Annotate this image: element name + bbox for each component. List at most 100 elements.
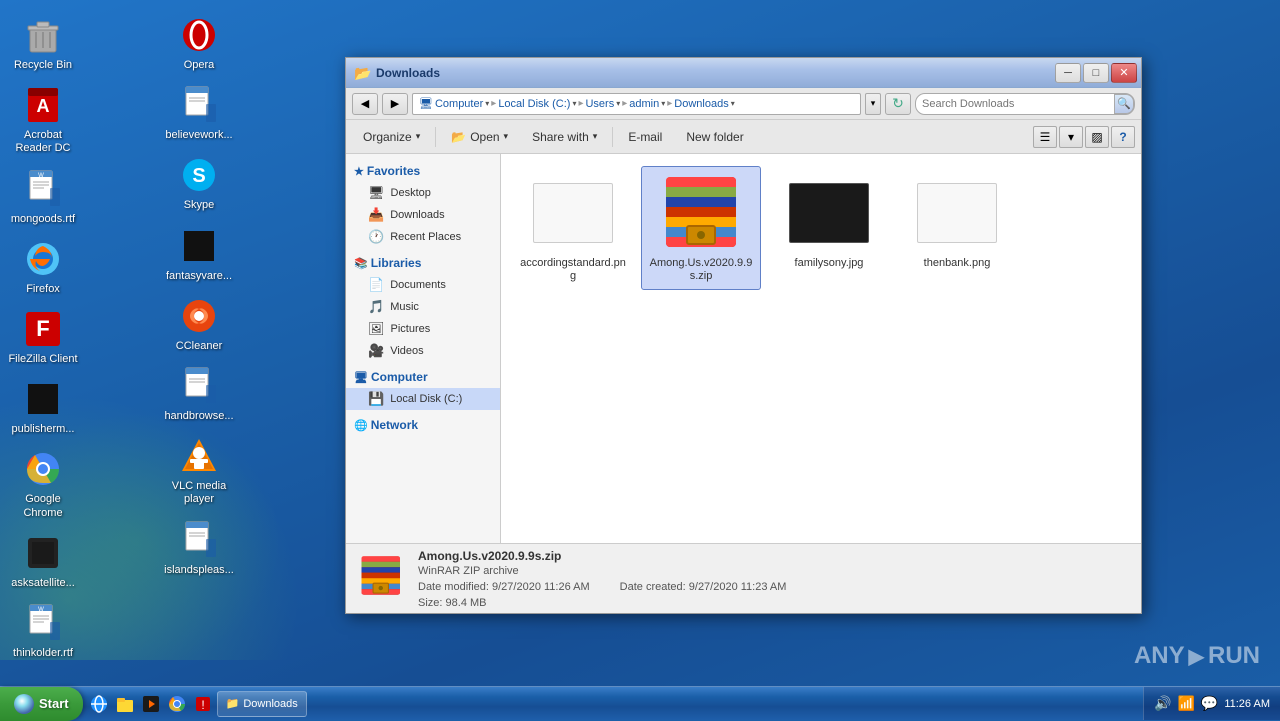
breadcrumb-users-dropdown[interactable]: ▾ [616,99,620,108]
nav-favorites-header[interactable]: ★ Favorites [346,160,500,182]
open-dropdown: ▾ [504,131,509,142]
maximize-button[interactable]: □ [1083,63,1109,83]
forward-button[interactable]: ▶ [382,93,408,115]
nav-computer-header[interactable]: 🖥 Computer [346,366,500,388]
file-item-familysony[interactable]: familysony.jpg [769,166,889,290]
nav-computer-label: Computer [371,370,428,384]
nav-item-music[interactable]: 🎵 Music [346,296,500,318]
desktop-icon-recycle-bin[interactable]: Recycle Bin [4,8,82,78]
nav-item-documents[interactable]: 📄 Documents [346,274,500,296]
breadcrumb-downloads[interactable]: Downloads ▾ [674,98,734,110]
desktop-icon-handbrowse[interactable]: handbrowse... [160,359,238,429]
ccleaner-icon [178,295,220,337]
svg-text:W: W [38,173,44,179]
preview-pane-button[interactable]: ▨ [1085,126,1109,148]
accordingstandard-file-name: accordingstandard.png [520,257,626,283]
zip-stripe-2 [666,187,736,197]
view-list-button[interactable]: ☰ [1033,126,1057,148]
breadcrumb-downloads-dropdown[interactable]: ▾ [731,99,735,108]
desktop-icon-chrome[interactable]: Google Chrome [4,442,82,525]
tray-volume-icon[interactable]: 🔊 [1154,695,1171,712]
taskbar-items: ! 📁 Downloads [83,687,1143,720]
desktop-icon-ccleaner[interactable]: CCleaner [160,289,238,359]
desktop-icon-firefox[interactable]: Firefox [4,232,82,302]
anyrun-run-text: RUN [1208,642,1260,670]
new-folder-button[interactable]: New folder [675,124,754,150]
anyrun-watermark: ANY ▶ RUN [1134,642,1260,670]
svg-text:W: W [38,607,44,613]
vlc-label: VLC media player [164,480,234,506]
search-button[interactable]: 🔍 [1114,94,1134,114]
desktop-icon-skype[interactable]: S Skype [160,148,238,218]
close-button[interactable]: ✕ [1111,63,1137,83]
desktop-icon-asksatellite[interactable]: asksatellite... [4,526,82,596]
desktop-icon-islandspleas[interactable]: islandspleas... [160,513,238,583]
breadcrumb: 🖥 Computer ▾ ▸ Local Disk (C:) ▾ ▸ Users… [412,93,861,115]
familysony-file-name: familysony.jpg [795,257,864,270]
breadcrumb-admin-dropdown[interactable]: ▾ [661,99,665,108]
nav-item-pictures[interactable]: 🖼 Pictures [346,318,500,340]
taskbar: Start [0,686,1280,720]
desktop-icon-mongoods[interactable]: W mongoods.rtf [4,162,82,232]
taskbar-explorer-icon[interactable] [113,692,137,716]
nav-item-videos[interactable]: 🎥 Videos [346,340,500,362]
file-item-thenbank[interactable]: thenbank.png [897,166,1017,290]
tray-action-center-icon[interactable]: 💬 [1201,695,1218,712]
breadcrumb-local-disk[interactable]: Local Disk (C:) ▾ [498,98,576,110]
toolbar: Organize ▾ 📂 Open ▾ Share with ▾ E-mail … [346,120,1141,154]
file-item-accordingstandard[interactable]: accordingstandard.png [513,166,633,290]
nav-documents-label: Documents [390,279,446,291]
desktop-icon-thinkolder[interactable]: W thinkolder.rtf [4,596,82,666]
taskbar-downloads-item[interactable]: 📁 Downloads [217,691,307,717]
taskbar-security-icon[interactable]: ! [191,692,215,716]
window-icon: 📂 [354,65,370,81]
view-dropdown-button[interactable]: ▾ [1059,126,1083,148]
nav-item-recent-places[interactable]: 🕐 Recent Places [346,226,500,248]
desktop-icon-vlc[interactable]: VLC media player [160,429,238,512]
open-button[interactable]: 📂 Open ▾ [440,124,519,150]
share-with-label: Share with [532,130,589,144]
address-bar-dropdown[interactable]: ▾ [865,93,881,115]
email-button[interactable]: E-mail [617,124,673,150]
back-button[interactable]: ◀ [352,93,378,115]
breadcrumb-users[interactable]: Users ▾ [585,98,620,110]
email-label: E-mail [628,130,662,144]
file-item-among-us[interactable]: Among.Us.v2020.9.9s.zip [641,166,761,290]
breadcrumb-computer[interactable]: 🖥 Computer ▾ [419,97,489,110]
nav-libraries-header[interactable]: 📚 Libraries [346,252,500,274]
search-input[interactable] [922,98,1110,110]
zip-buckle [686,225,716,245]
desktop-icon-believework[interactable]: believework... [160,78,238,148]
desktop-icon-fantasyvare[interactable]: fantasyvare... [160,219,238,289]
share-with-button[interactable]: Share with ▾ [521,124,608,150]
window-title: Downloads [376,66,1055,80]
file-area: accordingstandard.png [501,154,1141,543]
date-modified-label: Date modified: [418,581,489,593]
breadcrumb-localdisk-dropdown[interactable]: ▾ [572,99,576,108]
desktop-icon-opera[interactable]: Opera [160,8,238,78]
organize-button[interactable]: Organize ▾ [352,124,431,150]
thinkolder-icon: W [22,602,64,644]
help-button[interactable]: ? [1111,126,1135,148]
start-button[interactable]: Start [0,687,83,721]
desktop-icon-publisherm[interactable]: publisherm... [4,372,82,442]
vlc-icon [178,435,220,477]
desktop-icon-filezilla[interactable]: F FileZilla Client [4,302,82,372]
nav-libraries-label: Libraries [371,256,422,270]
nav-item-downloads[interactable]: 📥 Downloads [346,204,500,226]
view-buttons: ☰ ▾ ▨ ? [1033,126,1135,148]
taskbar-ie-icon[interactable] [87,692,111,716]
breadcrumb-computer-dropdown[interactable]: ▾ [485,99,489,108]
tray-network-icon[interactable]: 📶 [1177,695,1194,712]
system-tray: 🔊 📶 💬 11:26 AM [1143,687,1280,720]
nav-item-local-disk[interactable]: 💾 Local Disk (C:) [346,388,500,410]
taskbar-chrome-icon[interactable] [165,692,189,716]
minimize-button[interactable]: ─ [1055,63,1081,83]
skype-label: Skype [184,199,215,212]
nav-item-desktop[interactable]: 🖥 Desktop [346,182,500,204]
desktop-icon-acrobat[interactable]: A Acrobat Reader DC [4,78,82,161]
breadcrumb-admin[interactable]: admin ▾ [629,98,665,110]
refresh-button[interactable]: ↻ [885,93,911,115]
nav-network-header[interactable]: 🌐 Network [346,414,500,436]
taskbar-media-icon[interactable] [139,692,163,716]
